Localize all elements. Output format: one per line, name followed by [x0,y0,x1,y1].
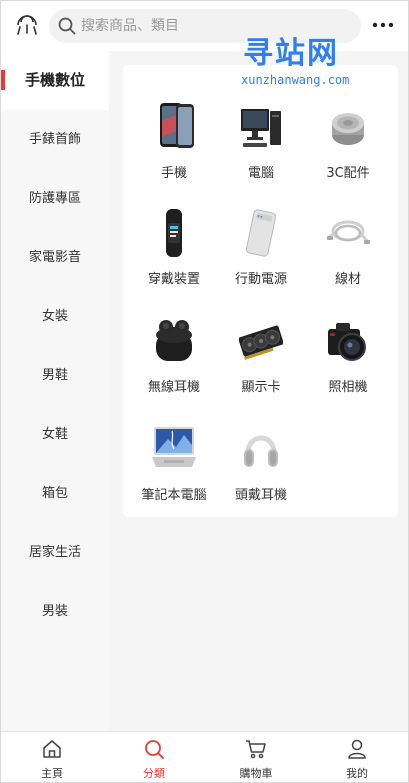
more-dots-icon[interactable] [371,17,395,33]
category-phone[interactable]: 手機 [130,101,218,201]
tab-categories[interactable]: 分類 [103,732,205,782]
category-3c-accessories[interactable]: 3C配件 [304,101,392,201]
category-label: 頭戴耳機 [234,488,287,503]
sidebar-item-home-appliances[interactable]: 家電影音 [1,228,109,287]
desktop-computer-icon [241,109,281,147]
search-icon [58,17,76,35]
bottom-tab-bar: 主頁 分類 購物車 我的 [1,731,408,782]
sidebar-item-label: 家電影音 [28,250,81,265]
category-label: 穿戴裝置 [147,272,200,287]
sidebar-item-mens-clothing[interactable]: 男裝 [1,582,109,641]
header: 搜索商品、類目 [1,1,408,51]
sidebar-item-label: 男裝 [41,604,68,619]
smart-band-icon [166,209,182,257]
sidebar-item-label: 手錶首飾 [28,132,81,147]
laptop-icon [152,427,196,467]
sidebar-item-label: 箱包 [41,486,68,501]
smartphone-icon [160,103,194,148]
category-headphones[interactable]: 頭戴耳機 [217,423,305,523]
sidebar-item-label: 男鞋 [41,368,68,383]
user-icon [348,739,366,759]
sidebar-item-bags[interactable]: 箱包 [1,464,109,523]
sidebar-item-mens-shoes[interactable]: 男鞋 [1,346,109,405]
tab-profile[interactable]: 我的 [306,732,408,782]
category-label: 行動電源 [234,272,287,287]
tab-label: 分類 [143,767,165,780]
sidebar-item-label: 手機數位 [24,71,85,89]
tab-cart[interactable]: 購物車 [205,732,307,782]
sidebar-item-watches-jewelry[interactable]: 手錶首飾 [1,110,109,169]
power-bank-icon [245,209,277,257]
app-frame: 搜索商品、類目 寻站网 xunzhanwang.com 手機數位 手錶首飾 防護… [0,0,409,783]
category-label: 無線耳機 [147,380,200,395]
cart-icon [246,740,266,759]
tab-label: 購物車 [239,767,273,780]
sidebar-item-label: 居家生活 [28,545,81,560]
tab-home[interactable]: 主頁 [1,732,103,782]
speaker-icon [332,113,364,145]
category-graphics-card[interactable]: 顯示卡 [217,315,305,415]
sidebar-item-phones-digital[interactable]: 手機數位 [1,51,109,110]
search-input[interactable]: 搜索商品、類目 [49,9,361,43]
search-placeholder: 搜索商品、類目 [81,18,179,34]
sidebar-item-protection[interactable]: 防護專區 [1,169,109,228]
graphics-card-icon [239,325,283,360]
sidebar-item-label: 防護專區 [28,191,81,206]
category-wearables[interactable]: 穿戴裝置 [130,207,218,307]
home-icon [43,740,61,758]
camera-icon [328,323,366,361]
search-tab-icon [145,740,164,759]
category-laptop[interactable]: 筆記本電腦 [130,423,218,523]
tab-label: 主頁 [41,767,63,780]
category-cables[interactable]: 線材 [304,207,392,307]
sidebar-item-label: 女裝 [41,309,68,324]
category-label: 手機 [160,166,187,181]
cable-icon [327,220,370,244]
category-power-bank[interactable]: 行動電源 [217,207,305,307]
category-wireless-earbuds[interactable]: 無線耳機 [130,315,218,415]
tab-label: 我的 [346,767,368,780]
sidebar-item-womens-shoes[interactable]: 女鞋 [1,405,109,464]
sidebar-item-label: 女鞋 [41,427,68,442]
category-label: 電腦 [247,166,274,181]
category-label: 顯示卡 [241,380,281,395]
category-label: 照相機 [328,380,368,395]
wireless-earbuds-icon [156,320,192,361]
headphones-icon [244,435,278,467]
sidebar-item-home-living[interactable]: 居家生活 [1,523,109,582]
category-label: 3C配件 [326,166,370,181]
category-label: 筆記本電腦 [141,488,207,503]
category-camera[interactable]: 照相機 [304,315,392,415]
category-computer[interactable]: 電腦 [217,101,305,201]
category-label: 線材 [334,272,361,287]
sidebar-item-womens-clothing[interactable]: 女裝 [1,287,109,346]
active-indicator [1,70,5,90]
category-sidebar: 手機數位 手錶首飾 防護專區 家電影音 女裝 男鞋 女鞋 箱包 居家生活 男裝 [1,51,109,731]
chat-bubbles-icon[interactable] [15,13,39,37]
category-grid: 手機 電腦 3C配件 穿戴裝置 行動電源 線材 無線耳機 顯示卡 照相機 筆記本… [123,65,398,517]
